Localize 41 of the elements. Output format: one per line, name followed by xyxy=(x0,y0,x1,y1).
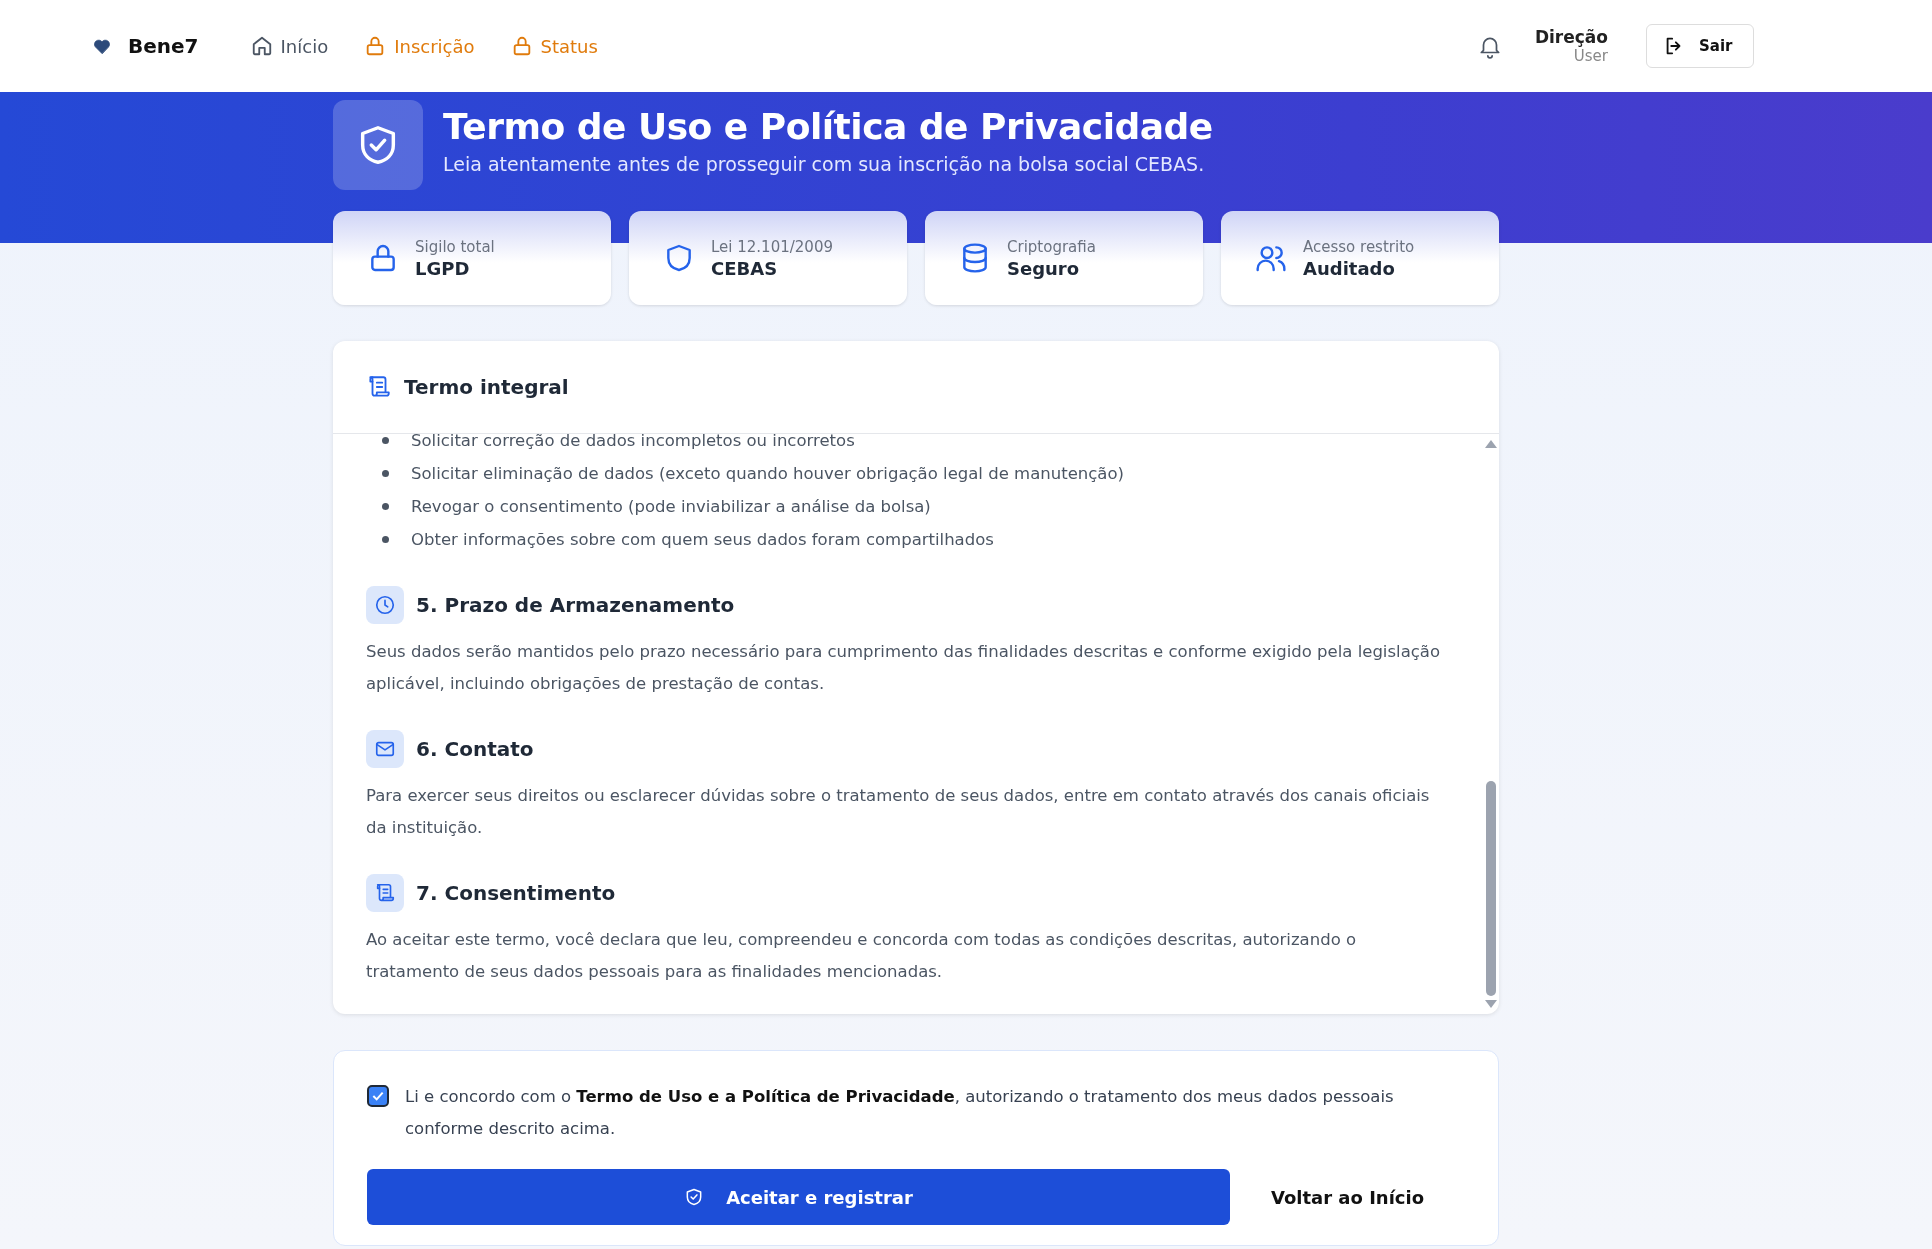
list-item: Revogar o consentimento (pode inviabilizar a análise da bolsa) xyxy=(411,497,931,516)
page-subtitle: Leia atentamente antes de prosseguir com sua inscrição na bolsa social CEBAS. xyxy=(443,153,1206,175)
section-paragraph: Para exercer seus direitos ou esclarecer dúvidas sobre o tratamento de seus dados, entre em contato através dos canais oficiais da instituição. xyxy=(366,785,1431,839)
brand-name: Bene7 xyxy=(128,34,199,58)
page-title: Termo de Uso e Política de Privacidade xyxy=(443,106,1213,147)
section-paragraph: Ao aceitar este termo, você declara que leu, compreendeu e concorda com todas as condições descritas, autorizando o tratamento de seus dados pessoais para as finalidades mencionadas. xyxy=(366,929,1358,983)
bullet-icon xyxy=(382,536,389,543)
accept-button[interactable]: Aceitar e registrar xyxy=(367,1169,1230,1225)
section-heading: 6. Contato xyxy=(416,737,534,761)
section-heading: 7. Consentimento xyxy=(416,881,616,905)
scroll-down-arrow-icon[interactable] xyxy=(1485,1000,1497,1008)
scroll-icon xyxy=(366,374,392,400)
nav-link[interactable]: Início xyxy=(250,35,329,57)
section-heading: 5. Prazo de Armazenamento xyxy=(416,593,735,617)
scroll-icon xyxy=(374,882,396,904)
scroll-up-arrow-icon[interactable] xyxy=(1485,440,1497,448)
back-button[interactable]: Voltar ao Início xyxy=(1230,1169,1465,1225)
bullet-icon xyxy=(382,503,389,510)
bullet-icon xyxy=(382,437,389,444)
user-role: User xyxy=(1573,47,1608,65)
list-item: Solicitar correção de dados incompletos ou incorretos xyxy=(411,434,855,450)
stat-label: Acesso restrito xyxy=(1303,237,1415,256)
home-icon xyxy=(250,35,273,57)
scrollbar-thumb[interactable] xyxy=(1486,781,1496,996)
list-item: Solicitar eliminação de dados (exceto quando houver obrigação legal de manutenção) xyxy=(411,464,1124,483)
list-item: Obter informações sobre com quem seus dados foram compartilhados xyxy=(411,530,994,549)
consent-text: Li e concordo com o Termo de Uso e a Política de Privacidade, autorizando o tratamento dos meus dados pessoais conforme descrito acima. xyxy=(405,1086,1395,1140)
stat-value: CEBAS xyxy=(711,257,779,279)
logout-button[interactable]: Sair xyxy=(1646,24,1754,68)
stat-value: Seguro xyxy=(1007,257,1081,279)
bullet-icon xyxy=(382,470,389,477)
user-name: Direção xyxy=(1534,27,1608,47)
stat-label: Lei 12.101/2009 xyxy=(711,237,833,256)
terms-title: Termo integral xyxy=(404,375,569,399)
stat-label: Sigilo total xyxy=(415,237,495,256)
clock-icon xyxy=(374,594,396,616)
stat-value: Auditado xyxy=(1303,257,1396,279)
stat-label: Criptografia xyxy=(1007,237,1096,256)
consent-checkbox[interactable] xyxy=(367,1085,389,1107)
stat-value: LGPD xyxy=(415,257,471,279)
section-paragraph: Seus dados serão mantidos pelo prazo necessário para cumprimento das finalidades descritas e conforme exigido pela legislação aplicável, incluindo obrigações de prestação de contas. xyxy=(366,641,1441,695)
